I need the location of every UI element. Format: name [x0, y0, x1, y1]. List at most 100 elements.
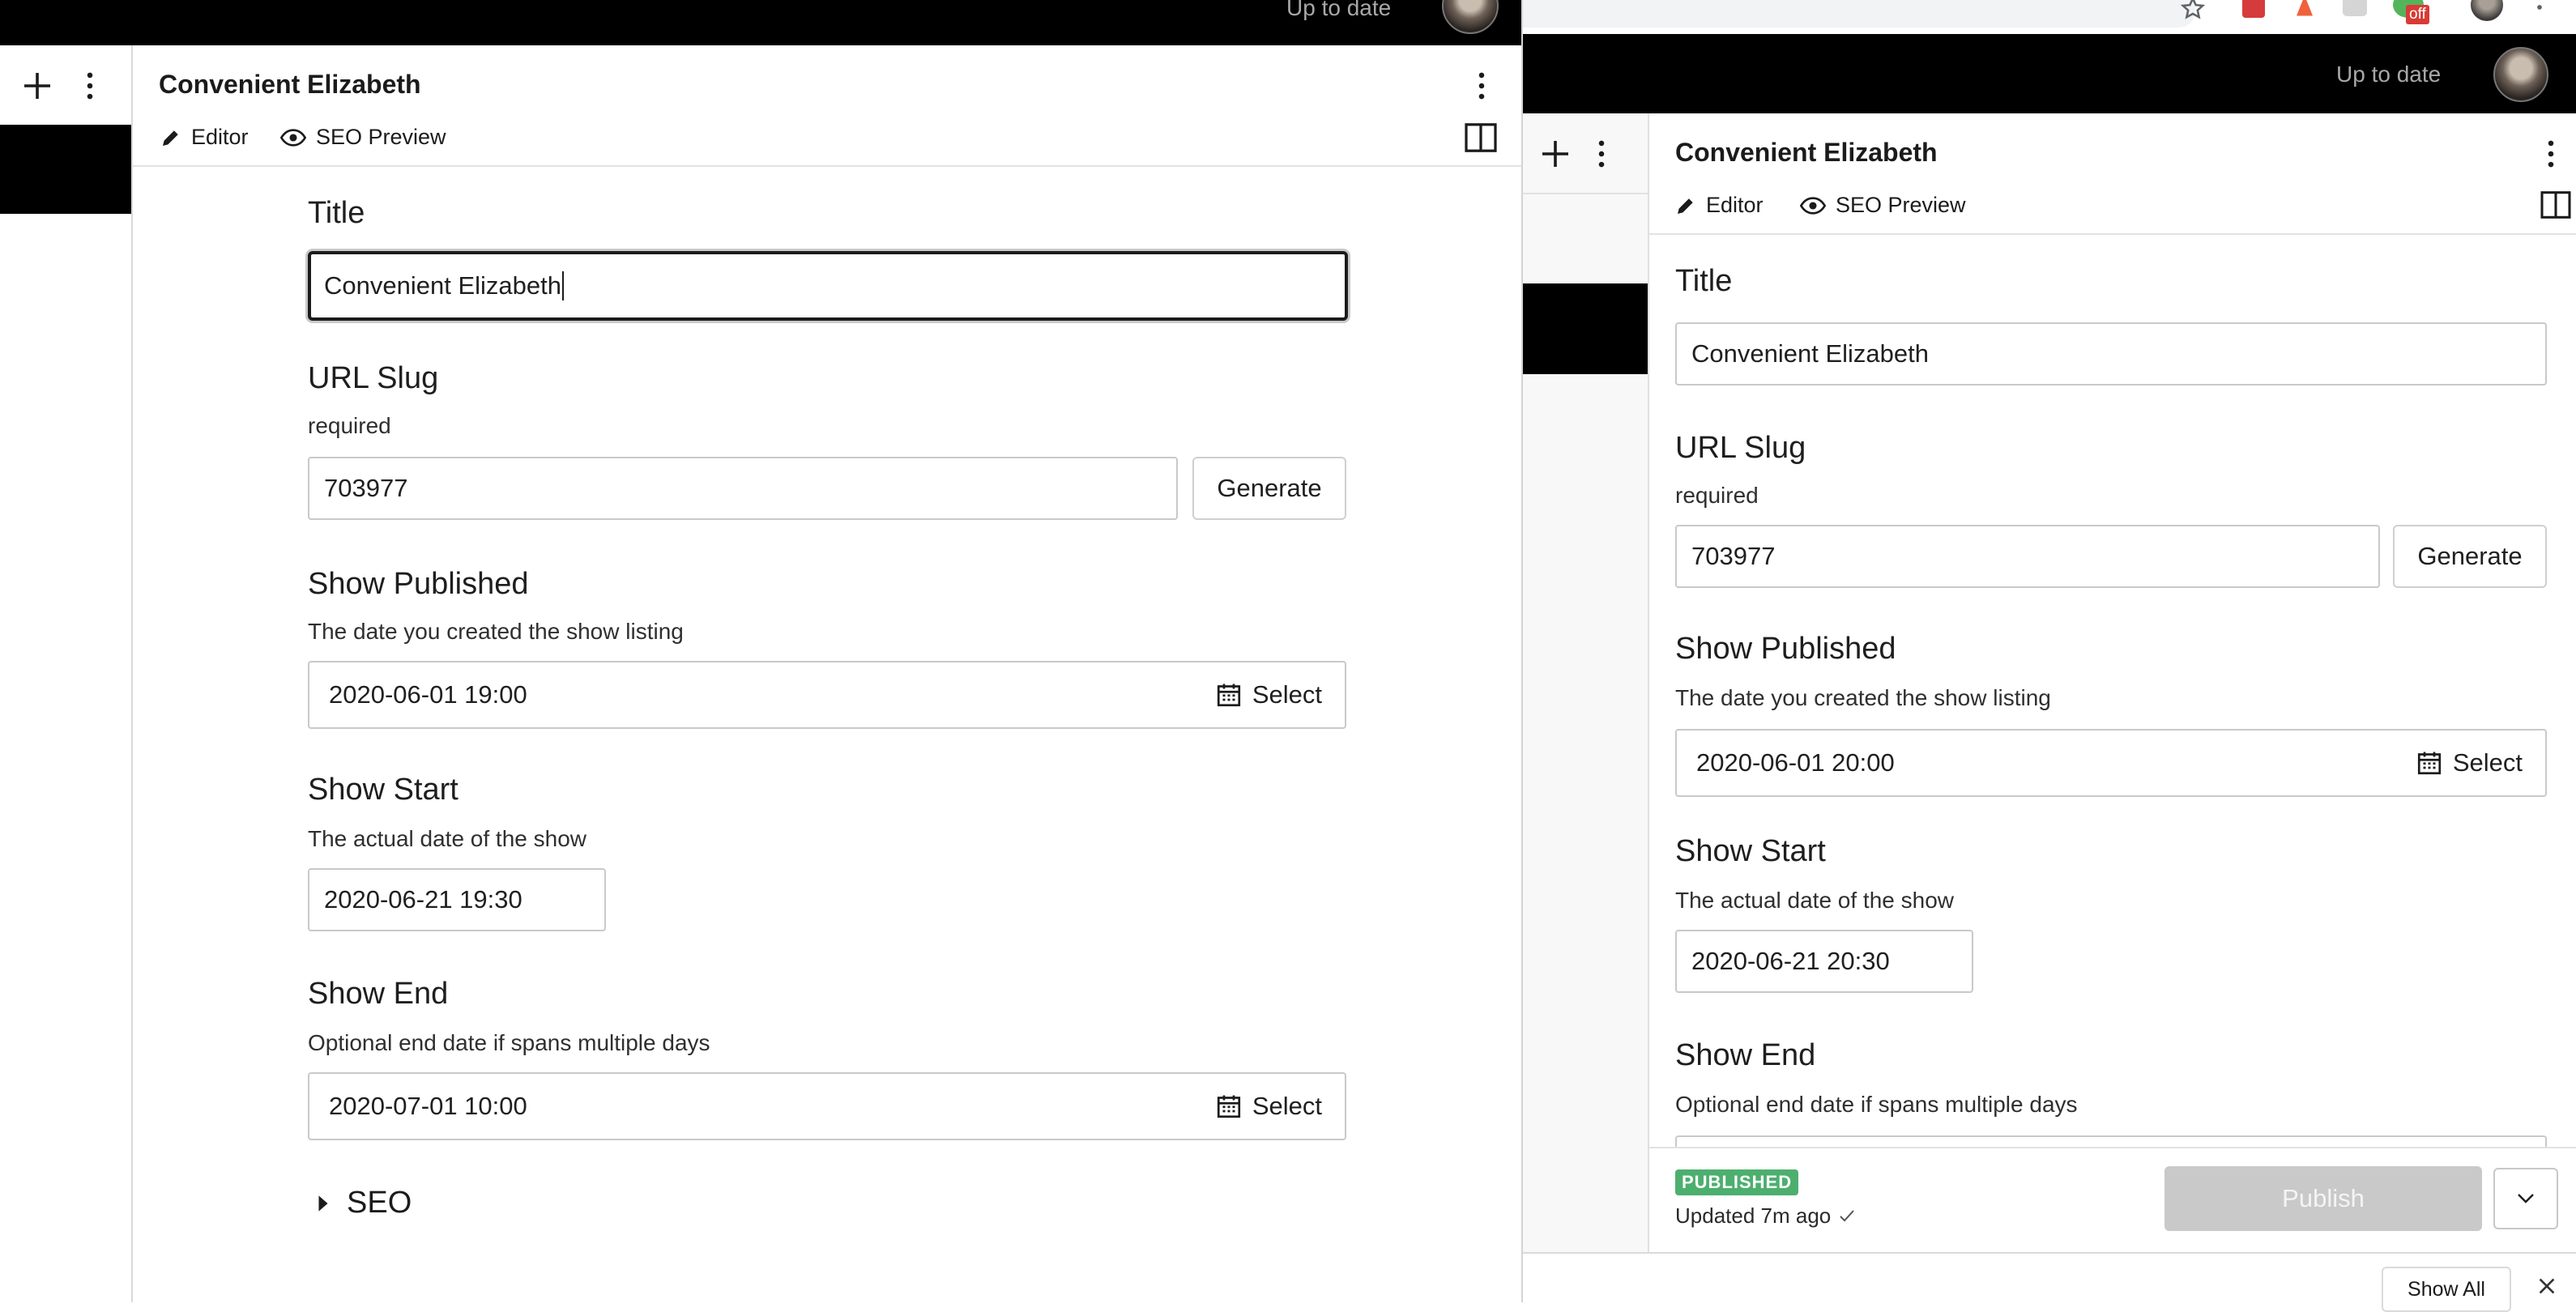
split-view-icon[interactable] — [2540, 191, 2571, 219]
tab-editor-label: Editor — [1706, 193, 1764, 218]
generate-button[interactable]: Generate — [1192, 457, 1346, 520]
select-label: Select — [2453, 748, 2523, 777]
show-end-input[interactable]: 2020-07-01 10:00 Select — [308, 1072, 1346, 1140]
select-label: Select — [1252, 680, 1322, 709]
title-value: Convenient Elizabeth — [324, 271, 561, 300]
split-view-icon[interactable] — [1465, 123, 1497, 152]
show-published-help: The date you created the show listing — [308, 619, 684, 645]
tab-editor-label: Editor — [191, 125, 249, 150]
save-status: Up to date — [2336, 62, 2441, 87]
extension-red-icon[interactable] — [2242, 0, 2265, 18]
save-status: Up to date — [1286, 0, 1391, 21]
text-caret — [562, 271, 564, 300]
title-label: Title — [1675, 264, 1732, 299]
tab-editor[interactable]: Editor — [1675, 193, 1764, 218]
seo-section-toggle[interactable]: SEO — [318, 1186, 412, 1220]
show-start-label: Show Start — [1675, 834, 1826, 869]
show-start-help: The actual date of the show — [1675, 888, 1954, 914]
user-avatar[interactable] — [1442, 0, 1499, 34]
select-label: Select — [1252, 1092, 1322, 1121]
show-published-input[interactable]: 2020-06-01 20:00 Select — [1675, 729, 2547, 797]
add-icon[interactable] — [1539, 138, 1572, 170]
show-published-input[interactable]: 2020-06-01 19:00 Select — [308, 661, 1346, 729]
show-end-value: 2020-07-01 10:00 — [329, 1092, 527, 1121]
address-bar[interactable] — [1507, 0, 2195, 28]
pencil-icon — [1675, 195, 1696, 216]
check-icon — [1839, 1209, 1855, 1224]
chevron-down-icon — [2517, 1193, 2535, 1204]
show-published-value: 2020-06-01 19:00 — [329, 680, 527, 709]
show-published-select[interactable]: Select — [2417, 731, 2523, 795]
user-avatar[interactable] — [2493, 47, 2548, 102]
tab-seo-preview[interactable]: SEO Preview — [280, 125, 446, 150]
background-window: off Up to date Convenient Elizabeth Edit… — [1507, 0, 2576, 1302]
sidebar-selected-item[interactable] — [1507, 283, 1648, 374]
status-badge: PUBLISHED — [1675, 1169, 1798, 1195]
more-options-icon[interactable] — [1597, 139, 1606, 168]
url-slug-help: required — [1675, 483, 1759, 509]
show-end-label: Show End — [308, 977, 448, 1012]
editor-panel-right: Convenient Elizabeth Editor SEO Preview … — [1648, 113, 2576, 1252]
title-input[interactable]: Convenient Elizabeth — [1675, 322, 2547, 386]
url-slug-label: URL Slug — [1675, 431, 1806, 466]
show-all-button[interactable]: Show All — [2382, 1267, 2511, 1312]
show-published-select[interactable]: Select — [1217, 662, 1322, 727]
show-published-value: 2020-06-01 20:00 — [1696, 748, 1895, 777]
url-slug-input[interactable]: 703977 — [1675, 525, 2380, 588]
show-published-help: The date you created the show listing — [1675, 685, 2051, 711]
sidebar-divider — [1507, 193, 1648, 194]
bookmark-star-icon[interactable] — [2179, 0, 2207, 23]
extension-off-badge: off — [2406, 5, 2429, 24]
extension-orange-icon[interactable] — [2292, 0, 2317, 18]
app-header: Up to date — [1507, 34, 2576, 113]
show-end-help: Optional end date if spans multiple days — [1675, 1092, 2078, 1118]
show-published-label: Show Published — [1675, 632, 1896, 667]
show-start-label: Show Start — [308, 773, 458, 807]
title-input[interactable]: Convenient Elizabeth — [308, 251, 1348, 321]
show-end-select[interactable]: Select — [1217, 1074, 1322, 1139]
generate-button[interactable]: Generate — [2393, 525, 2547, 588]
tab-editor[interactable]: Editor — [160, 125, 249, 150]
editor-panel: Convenient Elizabeth Editor SEO Preview … — [133, 45, 1521, 1302]
url-slug-input[interactable]: 703977 — [308, 457, 1178, 520]
document-title: Convenient Elizabeth — [1675, 138, 1938, 168]
eye-icon — [1800, 196, 1826, 215]
add-icon[interactable] — [21, 70, 53, 102]
tab-divider — [1649, 233, 2576, 235]
publish-options-button[interactable] — [2493, 1168, 2558, 1229]
panel-menu-icon[interactable] — [1478, 71, 1486, 100]
url-slug-label: URL Slug — [308, 361, 438, 396]
panel-menu-icon[interactable] — [2547, 139, 2555, 168]
profile-avatar[interactable] — [2471, 0, 2503, 21]
show-start-help: The actual date of the show — [308, 826, 586, 852]
bottom-bar: Show All — [1507, 1252, 2576, 1304]
show-start-input[interactable]: 2020-06-21 20:30 — [1675, 930, 1973, 993]
eye-icon — [280, 128, 306, 147]
extension-grey-icon[interactable] — [2343, 0, 2367, 16]
document-title: Convenient Elizabeth — [159, 70, 421, 100]
show-published-label: Show Published — [308, 567, 529, 602]
title-label: Title — [308, 196, 365, 231]
browser-menu-icon[interactable] — [2535, 0, 2544, 21]
url-slug-help: required — [308, 413, 391, 439]
background-sidebar — [1507, 113, 1648, 1302]
publish-footer: PUBLISHED Updated 7m ago Publish — [1649, 1147, 2576, 1254]
publish-button[interactable]: Publish — [2164, 1166, 2482, 1231]
tab-seo-preview-label: SEO Preview — [316, 125, 446, 150]
sidebar — [0, 45, 133, 1302]
app-header: Up to date — [0, 0, 1521, 45]
sidebar-selected-item[interactable] — [0, 125, 131, 214]
tab-seo-preview-label: SEO Preview — [1836, 193, 1966, 218]
close-icon[interactable] — [2537, 1276, 2557, 1296]
updated-text: Updated 7m ago — [1675, 1203, 1855, 1229]
calendar-icon — [1217, 683, 1241, 707]
tab-seo-preview[interactable]: SEO Preview — [1800, 193, 1966, 218]
updated-time: Updated 7m ago — [1675, 1203, 1831, 1229]
show-start-input[interactable]: 2020-06-21 19:30 — [308, 868, 606, 931]
show-end-input-partial[interactable] — [1675, 1135, 2547, 1147]
show-end-help: Optional end date if spans multiple days — [308, 1030, 710, 1056]
seo-label: SEO — [347, 1186, 412, 1220]
caret-right-icon — [318, 1195, 329, 1212]
more-options-icon[interactable] — [86, 71, 94, 100]
browser-toolbar: off — [1507, 0, 2576, 34]
